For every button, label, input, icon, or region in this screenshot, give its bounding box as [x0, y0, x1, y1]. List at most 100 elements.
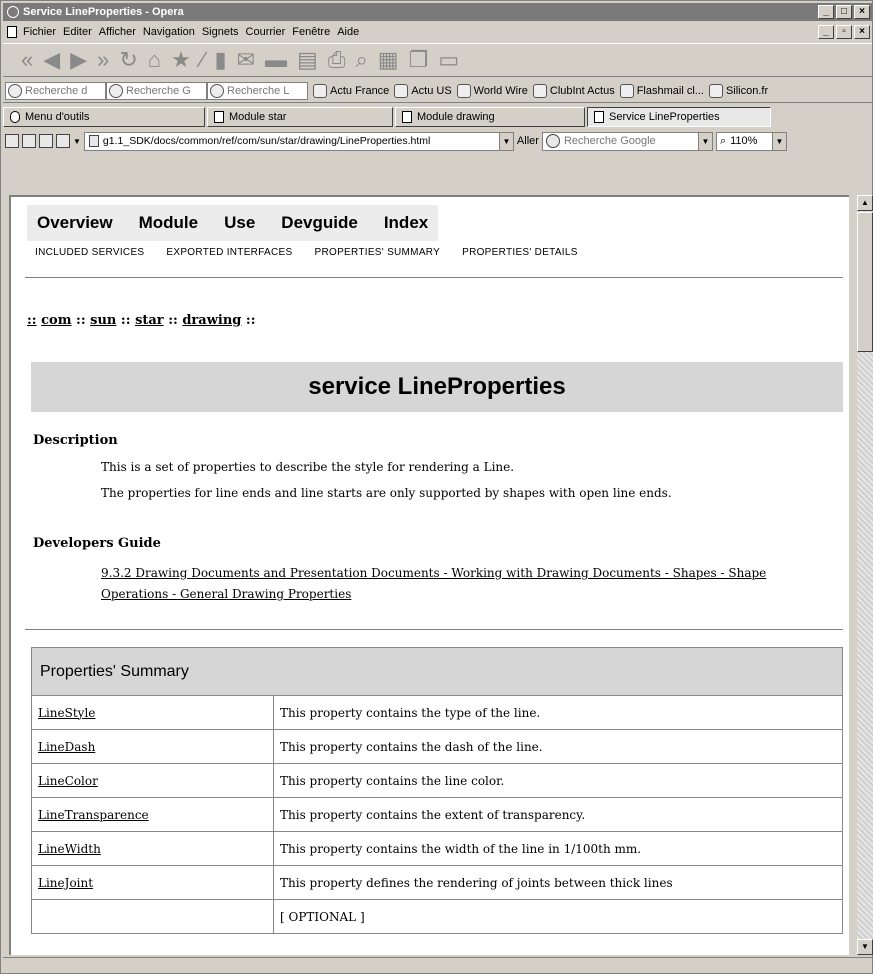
scroll-thumb[interactable]	[857, 212, 873, 352]
bookmark-silicon[interactable]: Silicon.fr	[708, 83, 768, 98]
zoom-dropdown-icon[interactable]: ▼	[771, 132, 786, 150]
mail-icon[interactable]: ✉	[237, 45, 255, 75]
nav-exported-interfaces[interactable]: Exported Interfaces	[166, 247, 292, 258]
property-description: This property contains the type of the l…	[273, 695, 843, 730]
doc-close-button[interactable]: ×	[854, 25, 870, 39]
menu-navigation[interactable]: Navigation	[143, 26, 195, 38]
rewind-icon[interactable]: «	[21, 45, 33, 75]
bookmark-page-icon	[708, 83, 723, 98]
close-button[interactable]: ×	[854, 5, 870, 19]
bookmark-flashmail[interactable]: Flashmail cl...	[619, 83, 704, 98]
home-icon[interactable]: ⌂	[148, 45, 161, 75]
menu-fenetre[interactable]: Fenêtre	[292, 26, 330, 38]
property-link-linetransparence[interactable]: LineTransparence	[31, 797, 274, 832]
camera-icon[interactable]	[22, 134, 36, 148]
properties-summary-heading: Properties' Summary	[31, 647, 843, 696]
minimize-button[interactable]: _	[818, 5, 834, 19]
nav-use[interactable]: Use	[224, 213, 255, 233]
menu-aide[interactable]: Aide	[337, 26, 359, 38]
edit-icon[interactable]: ∕	[201, 45, 205, 75]
search-engine-icon	[109, 83, 123, 98]
menu-fichier[interactable]: Fichier	[23, 26, 56, 38]
search-field-3[interactable]: Recherche L	[207, 81, 308, 100]
print-icon[interactable]: ⎙	[328, 45, 346, 75]
copy-icon[interactable]: ❐	[409, 45, 429, 75]
bookmark-star-icon[interactable]: ★	[171, 45, 191, 75]
property-link-linewidth[interactable]: LineWidth	[31, 831, 274, 866]
tab-module-drawing[interactable]: Module drawing	[395, 107, 585, 127]
property-link-linestyle[interactable]: LineStyle	[31, 695, 274, 730]
nav-overview[interactable]: Overview	[37, 213, 113, 233]
search-field-2[interactable]: Recherche G	[106, 81, 207, 100]
print-icon[interactable]	[39, 134, 53, 148]
menu-editer[interactable]: Editer	[63, 26, 92, 38]
go-button[interactable]: Aller	[517, 135, 539, 147]
menu-signets[interactable]: Signets	[202, 26, 239, 38]
reload-icon[interactable]: ↻	[119, 45, 137, 75]
save-icon[interactable]: ▤	[297, 45, 318, 75]
grid-icon[interactable]: ▦	[378, 45, 399, 75]
bookmark-actu-france[interactable]: Actu France	[313, 83, 389, 98]
forward-icon[interactable]: ▶	[70, 45, 87, 75]
maximize-button[interactable]: □	[836, 5, 852, 19]
tab-service-lineproperties[interactable]: Service LineProperties	[587, 107, 771, 127]
scroll-down-icon[interactable]: ▼	[857, 939, 873, 955]
sub-navigation: Included Services Exported Interfaces Pr…	[35, 247, 578, 258]
bookmark-clubint-actus[interactable]: ClubInt Actus	[532, 83, 615, 98]
find-icon[interactable]: ⌕	[355, 45, 367, 75]
property-link-linedash[interactable]: LineDash	[31, 729, 274, 764]
doc-restore-button[interactable]: ▫	[836, 25, 852, 39]
bookmark-actu-us[interactable]: Actu US	[394, 83, 452, 98]
tab-bar: Menu d'outils Module star Module drawing…	[3, 105, 872, 127]
chevron-down-icon[interactable]: ▼	[73, 137, 81, 146]
breadcrumb-drawing[interactable]: drawing	[182, 313, 241, 328]
table-row: LineJoint This property defines the rende…	[31, 865, 843, 900]
folder-icon[interactable]: ▬	[265, 45, 287, 75]
divider	[25, 629, 843, 630]
nav-included-services[interactable]: Included Services	[35, 247, 144, 258]
menu-courrier[interactable]: Courrier	[246, 26, 286, 38]
property-link-linejoint[interactable]: LineJoint	[31, 865, 274, 900]
nav-devguide[interactable]: Devguide	[281, 213, 358, 233]
doc-minimize-button[interactable]: _	[818, 25, 834, 39]
scroll-up-icon[interactable]: ▲	[857, 195, 873, 211]
breadcrumb-star[interactable]: star	[135, 313, 164, 328]
nav-properties-summary[interactable]: Properties' Summary	[315, 247, 441, 258]
tab-module-star[interactable]: Module star	[207, 107, 393, 127]
menu-afficher[interactable]: Afficher	[99, 26, 136, 38]
google-icon	[545, 134, 560, 148]
bookmark-world-wire[interactable]: World Wire	[456, 83, 528, 98]
monitor-icon[interactable]: ▭	[438, 45, 459, 75]
nav-properties-details[interactable]: Properties' Details	[462, 247, 578, 258]
property-link-linecolor[interactable]: LineColor	[31, 763, 274, 798]
property-link[interactable]	[31, 899, 274, 934]
zoom-field[interactable]: ⌕ 110% ▼	[715, 131, 787, 151]
fast-forward-icon[interactable]: »	[97, 45, 109, 75]
page-icon[interactable]	[56, 134, 70, 148]
new-page-icon[interactable]: ▮	[215, 45, 227, 75]
divider	[25, 277, 843, 278]
breadcrumb-com[interactable]: com	[41, 313, 71, 328]
top-navigation: Overview Module Use Devguide Index	[27, 205, 439, 241]
bookmarks-bar: Recherche d Recherche G Recherche L Actu…	[3, 79, 872, 103]
back-icon[interactable]: ◀	[43, 45, 60, 75]
nav-index[interactable]: Index	[384, 213, 428, 233]
description-heading: Description	[33, 433, 118, 448]
page-icon	[402, 111, 412, 123]
breadcrumb-sun[interactable]: sun	[90, 313, 116, 328]
table-row: LineDash This property contains the dash …	[31, 729, 843, 764]
vertical-scrollbar[interactable]: ▲ ▼	[857, 195, 873, 955]
developers-guide-link[interactable]: 9.3.2 Drawing Documents and Presentation…	[101, 563, 791, 605]
security-icon[interactable]	[5, 134, 19, 148]
breadcrumb-root[interactable]: ::	[27, 313, 37, 328]
nav-module[interactable]: Module	[139, 213, 199, 233]
property-description: This property contains the dash of the l…	[273, 729, 843, 764]
property-description: This property contains the extent of tra…	[273, 797, 843, 832]
tab-menu-outils[interactable]: Menu d'outils	[3, 107, 205, 127]
search-field-1[interactable]: Recherche d	[5, 81, 106, 100]
url-field[interactable]: g1.1_SDK/docs/common/ref/com/sun/star/dr…	[83, 131, 514, 151]
google-search-field[interactable]: Recherche Google ▼	[541, 131, 713, 151]
search-dropdown-icon[interactable]: ▼	[697, 132, 712, 150]
document-icon	[7, 26, 17, 38]
url-dropdown-icon[interactable]: ▼	[498, 132, 513, 150]
